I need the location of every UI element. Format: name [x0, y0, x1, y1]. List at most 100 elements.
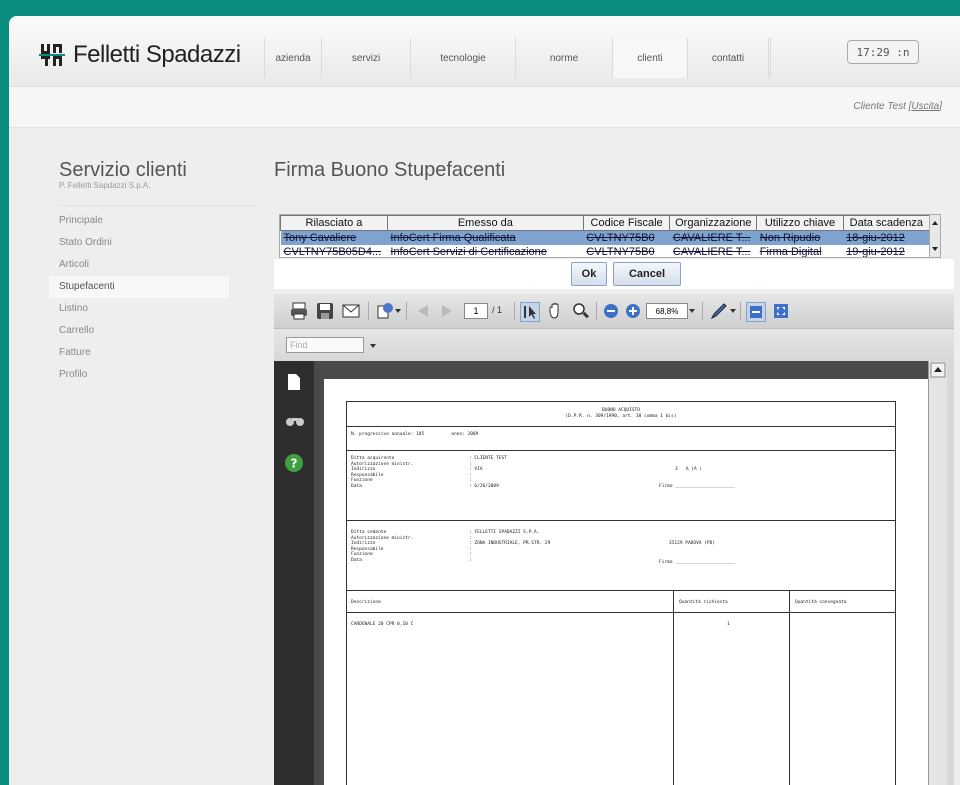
col-qty-requested: Quantità richiesta — [679, 600, 728, 605]
toolbar-separator — [596, 302, 597, 320]
main-nav: azienda servizi tecnologie norme clienti… — [264, 38, 771, 78]
nav-item-servizi[interactable]: servizi — [321, 38, 410, 78]
zoom-in-icon[interactable] — [624, 302, 642, 320]
sign-icon[interactable] — [376, 302, 394, 320]
page-frame: Felletti Spadazzi azienda servizi tecnol… — [9, 16, 960, 785]
user-info: Cliente Test [Uscita] — [853, 101, 942, 112]
document-scrollbar[interactable] — [928, 361, 947, 785]
logout-link[interactable]: Uscita — [911, 101, 939, 112]
chevron-down-icon[interactable] — [395, 308, 401, 314]
chevron-down-icon[interactable] — [730, 308, 736, 314]
sidebar-item-profilo[interactable]: Profilo — [49, 364, 229, 386]
column-header[interactable]: Organizzazione — [669, 215, 758, 231]
cell: InfoCert Firma Qualificata — [387, 230, 584, 245]
hand-tool-icon[interactable] — [546, 302, 564, 320]
sidebar-item-listino[interactable]: Listino — [49, 298, 229, 320]
save-icon[interactable] — [316, 302, 334, 320]
cell: 18-giu-2012 — [843, 230, 930, 245]
doc-title: BUONO ACQUISTO — [602, 408, 640, 413]
table-row[interactable]: Tony Cavaliere InfoCert Firma Qualificat… — [280, 230, 930, 245]
cell: Tony Cavaliere — [280, 230, 388, 245]
ok-button[interactable]: Ok — [571, 262, 607, 286]
item-description: CARDENALE 20 CPR 0,10 C — [351, 622, 414, 627]
column-header[interactable]: Emesso da — [386, 215, 584, 231]
sidebar-item-articoli[interactable]: Articoli — [49, 254, 229, 276]
cell: InfoCert Servizi di Certificazione — [390, 246, 547, 258]
toolbar-separator — [514, 302, 515, 320]
chevron-down-icon[interactable] — [689, 308, 695, 314]
doc-progressivo: N. progressivo annuale: 105 anno: 2009 — [351, 432, 479, 437]
seller-values: : FELLETTI SPADAZZI S.P.A. : : ZONA INDU… — [469, 530, 551, 563]
column-line — [789, 590, 790, 785]
table-row[interactable]: CVLTNY75B05D4... InfoCert Servizi di Cer… — [281, 245, 930, 258]
zoom-out-icon[interactable] — [602, 302, 620, 320]
column-header[interactable]: Codice Fiscale — [582, 215, 671, 231]
column-header[interactable]: Rilasciato a — [280, 215, 388, 231]
viewer-toolbar: 1 / 1 68,8% — [274, 294, 954, 329]
print-icon[interactable] — [290, 302, 308, 320]
zoom-tool-icon[interactable] — [572, 302, 590, 320]
toolbar-separator — [740, 302, 741, 320]
column-header[interactable]: Utilizzo chiave — [756, 215, 844, 231]
sidebar-item-carrello[interactable]: Carrello — [49, 320, 229, 342]
sidebar-item-fatture[interactable]: Fatture — [49, 342, 229, 364]
seller-signature: Firma ______________________ — [659, 560, 735, 565]
find-input[interactable]: Find — [286, 337, 364, 353]
page-total: / 1 — [492, 305, 503, 315]
nav-item-norme[interactable]: norme — [515, 38, 612, 78]
divider — [347, 450, 895, 451]
binoculars-icon[interactable] — [286, 413, 304, 427]
buyer-values: : CLIENTE TEST : : VIA : : : 6/26/2009 — [469, 456, 507, 489]
document-page: BUONO ACQUISTO (D.P.R. n. 309/1990, art.… — [324, 379, 929, 785]
view-single-icon[interactable] — [746, 302, 766, 322]
column-header[interactable]: Data scadenza — [842, 215, 931, 231]
zoom-select[interactable]: 68,8% — [646, 303, 688, 319]
nav-item-contatti[interactable]: contatti — [687, 38, 768, 78]
sidebar-item-stupefacenti[interactable]: Stupefacenti — [49, 276, 229, 298]
sidebar-item-principale[interactable]: Principale — [49, 210, 229, 232]
divider — [347, 590, 895, 591]
nav-item-azienda[interactable]: azienda — [264, 38, 321, 78]
user-bar: Cliente Test [Uscita] — [9, 86, 960, 128]
cell: CAVALIERE T... — [669, 230, 757, 245]
email-icon[interactable] — [342, 302, 360, 320]
nav-item-clienti[interactable]: clienti — [612, 38, 687, 78]
pages-icon[interactable] — [286, 373, 302, 391]
pen-icon[interactable] — [710, 302, 728, 320]
cell: CVLTNY75B0 — [583, 230, 670, 245]
chevron-down-icon[interactable] — [370, 343, 376, 349]
svg-text:?: ? — [291, 457, 298, 471]
logo[interactable]: Felletti Spadazzi — [39, 40, 241, 70]
toolbar-separator — [702, 302, 703, 320]
clock-display: 17:29 :n — [847, 40, 919, 64]
viewer-side-panel: ? — [274, 361, 314, 785]
fit-icon[interactable] — [772, 302, 790, 320]
buyer-extra: 3 A (A ) — [675, 467, 703, 472]
cell: Non Ripudio — [756, 230, 844, 245]
divider — [347, 612, 895, 613]
nav-item-tecnologie[interactable]: tecnologie — [410, 38, 515, 78]
next-page-icon[interactable] — [438, 302, 456, 320]
cancel-button[interactable]: Cancel — [613, 262, 681, 286]
header: Felletti Spadazzi azienda servizi tecnol… — [9, 16, 960, 86]
seller-extra: 35129 PADOVA (PD) — [669, 541, 716, 546]
cell: CVLTNY75B0 — [586, 246, 655, 258]
sidebar-item-stato-ordini[interactable]: Stato Ordini — [49, 232, 229, 254]
sidebar-menu: Principale Stato Ordini Articoli Stupefa… — [49, 210, 229, 386]
seller-labels: Ditta cedente Autorizzazione ministr. In… — [351, 530, 414, 563]
dialog-buttons: Ok Cancel — [274, 259, 954, 289]
buyer-signature: Firma ______________________ — [659, 484, 735, 489]
cell: CAVALIERE T... — [672, 246, 751, 258]
item-quantity: 1 — [727, 622, 730, 627]
help-icon[interactable]: ? — [284, 453, 304, 473]
purchase-voucher: BUONO ACQUISTO (D.P.R. n. 309/1990, art.… — [346, 401, 896, 785]
brand-name: Felletti Spadazzi — [73, 41, 241, 68]
page-number-input[interactable]: 1 — [464, 303, 488, 319]
prev-page-icon[interactable] — [414, 302, 432, 320]
scroll-up-icon[interactable] — [929, 361, 947, 381]
toolbar-separator — [406, 302, 407, 320]
cell: CVLTNY75B05D4... — [283, 246, 382, 258]
buyer-labels: Ditta acquirente Autorizzazione ministr.… — [351, 456, 414, 489]
table-scrollbar[interactable] — [929, 215, 940, 257]
select-tool-icon[interactable] — [520, 302, 540, 322]
